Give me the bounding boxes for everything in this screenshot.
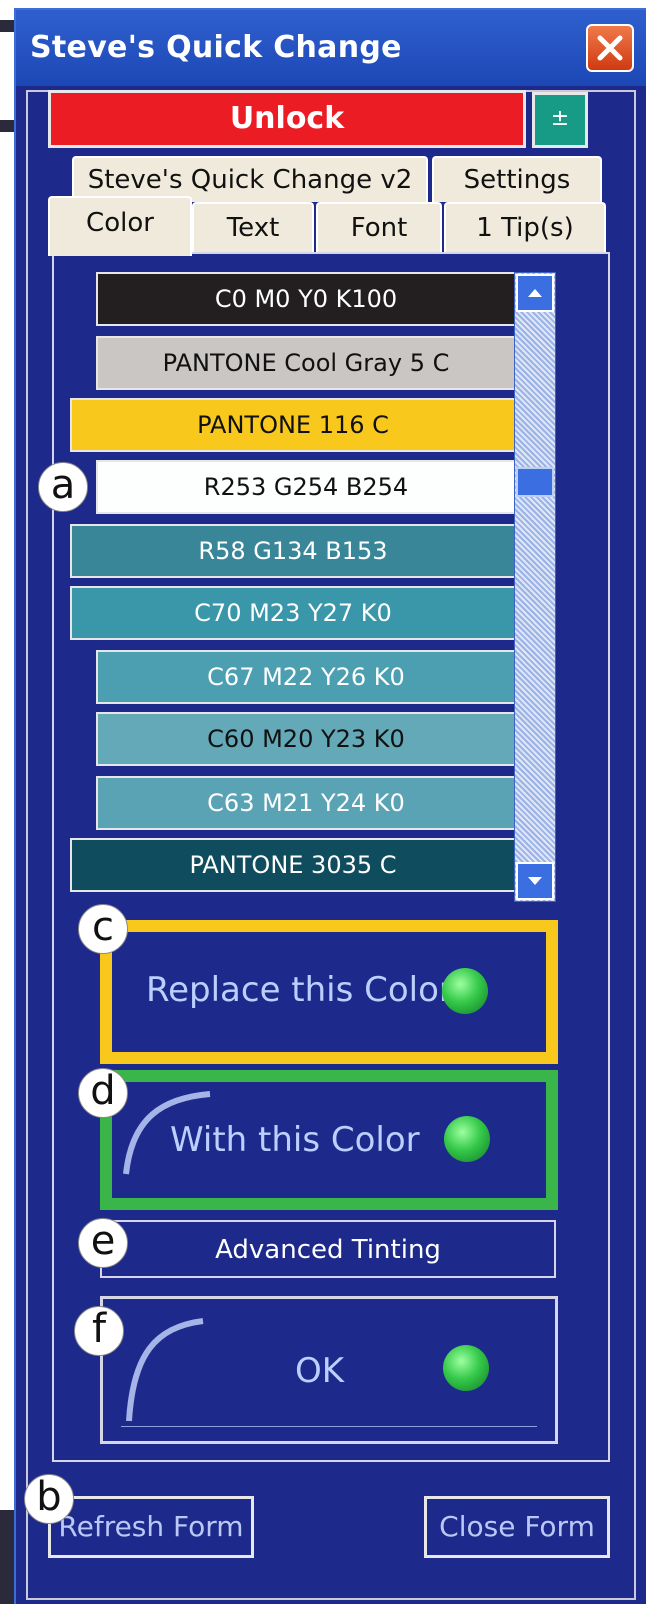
ok-label: OK	[295, 1351, 345, 1391]
title-bar: Steve's Quick Change	[16, 10, 646, 86]
ok-button[interactable]: OK	[100, 1296, 558, 1444]
tab-settings[interactable]: Settings	[432, 156, 602, 202]
color-swatch-item[interactable]: C63 M21 Y24 K0	[96, 776, 516, 830]
callout-b: b	[24, 1474, 74, 1524]
green-gem-icon	[443, 1345, 489, 1391]
refresh-form-button[interactable]: Refresh Form	[48, 1496, 254, 1558]
with-color-button[interactable]: With this Color	[100, 1070, 558, 1210]
green-gem-icon	[444, 1116, 490, 1162]
window-title: Steve's Quick Change	[30, 30, 402, 65]
scroll-down-button[interactable]	[516, 862, 554, 900]
advanced-tinting-button[interactable]: Advanced Tinting	[100, 1220, 556, 1278]
callout-d: d	[78, 1068, 128, 1118]
close-icon	[597, 35, 623, 61]
color-list-scrollbar[interactable]	[514, 272, 556, 902]
color-swatch-item[interactable]: PANTONE 3035 C	[70, 838, 516, 892]
scroll-thumb[interactable]	[516, 467, 554, 497]
callout-a: a	[38, 462, 88, 512]
arrow-down-icon	[528, 877, 542, 885]
color-swatch-item[interactable]: R253 G254 B254	[96, 460, 516, 514]
color-swatch-item[interactable]: C60 M20 Y23 K0	[96, 712, 516, 766]
callout-f: f	[74, 1306, 124, 1356]
close-window-button[interactable]	[586, 24, 634, 72]
color-swatch-item[interactable]: C0 M0 Y0 K100	[96, 272, 516, 326]
arrow-up-icon	[528, 289, 542, 297]
callout-e: e	[78, 1218, 128, 1268]
green-gem-icon	[442, 968, 488, 1014]
callout-c: c	[78, 904, 128, 954]
tab-text[interactable]: Text	[192, 202, 314, 252]
color-swatch-item[interactable]: PANTONE Cool Gray 5 C	[96, 336, 516, 390]
with-color-label: With this Color	[170, 1120, 420, 1160]
app-window: Steve's Quick Change Unlock ± Steve's Qu…	[14, 8, 646, 1604]
expand-toggle-button[interactable]: ±	[532, 92, 588, 148]
color-swatch-item[interactable]: C67 M22 Y26 K0	[96, 650, 516, 704]
replace-color-button[interactable]: Replace this Color	[100, 920, 558, 1064]
color-swatch-item[interactable]: PANTONE 116 C	[70, 398, 516, 452]
tab-color[interactable]: Color	[48, 196, 192, 256]
unlock-button[interactable]: Unlock	[48, 90, 526, 148]
tab-font[interactable]: Font	[316, 202, 442, 252]
shine-swoosh-icon	[126, 1318, 204, 1422]
color-swatch-item[interactable]: C70 M23 Y27 K0	[70, 586, 516, 640]
replace-color-label: Replace this Color	[146, 970, 453, 1010]
color-swatch-item[interactable]: R58 G134 B153	[70, 524, 516, 578]
close-form-button[interactable]: Close Form	[424, 1496, 610, 1558]
scroll-up-button[interactable]	[516, 274, 554, 312]
tab-tips[interactable]: 1 Tip(s)	[444, 202, 606, 252]
